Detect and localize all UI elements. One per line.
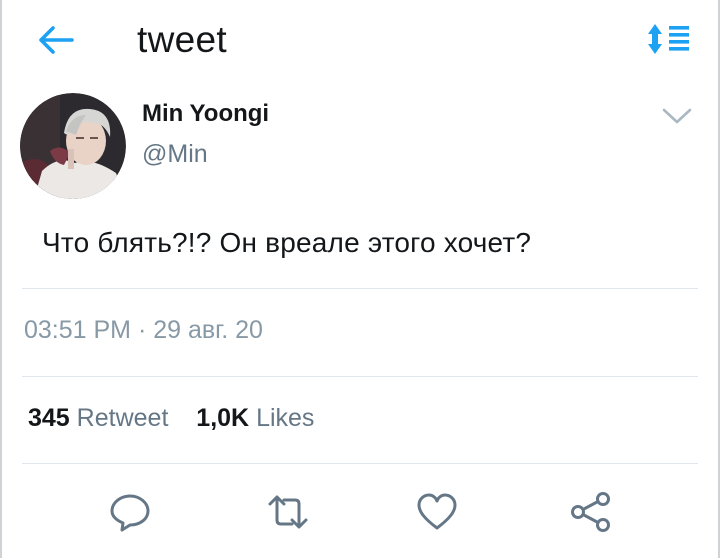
divider [22, 376, 698, 377]
tweet-timestamp: 03:51 PM · 29 авг. 20 [24, 316, 263, 344]
divider [22, 463, 698, 464]
retweet-label[interactable]: Retweet [77, 404, 169, 432]
screen-frame [0, 0, 720, 558]
reply-icon[interactable] [108, 490, 152, 534]
arrow-left-icon[interactable] [36, 20, 76, 60]
like-icon[interactable] [415, 490, 459, 534]
tweet-text: Что блять?!? Он вреале этого хочет? [42, 227, 532, 258]
author-handle[interactable]: @Min [142, 140, 208, 169]
share-icon[interactable] [569, 490, 613, 534]
retweet-icon[interactable] [266, 490, 310, 534]
author-name[interactable]: Min Yoongi [142, 100, 269, 128]
page-title: tweet [137, 19, 227, 60]
sort-list-icon[interactable] [645, 22, 691, 56]
like-label[interactable]: Likes [256, 404, 314, 432]
chevron-down-icon[interactable] [660, 104, 694, 128]
like-count[interactable]: 1,0K [196, 404, 249, 432]
tweet-actions [0, 482, 720, 542]
top-bar: tweet [0, 0, 720, 82]
divider [22, 288, 698, 289]
avatar[interactable] [20, 93, 126, 199]
tweet-stats: 345 Retweet 1,0K Likes [28, 404, 314, 433]
retweet-count[interactable]: 345 [28, 404, 70, 432]
